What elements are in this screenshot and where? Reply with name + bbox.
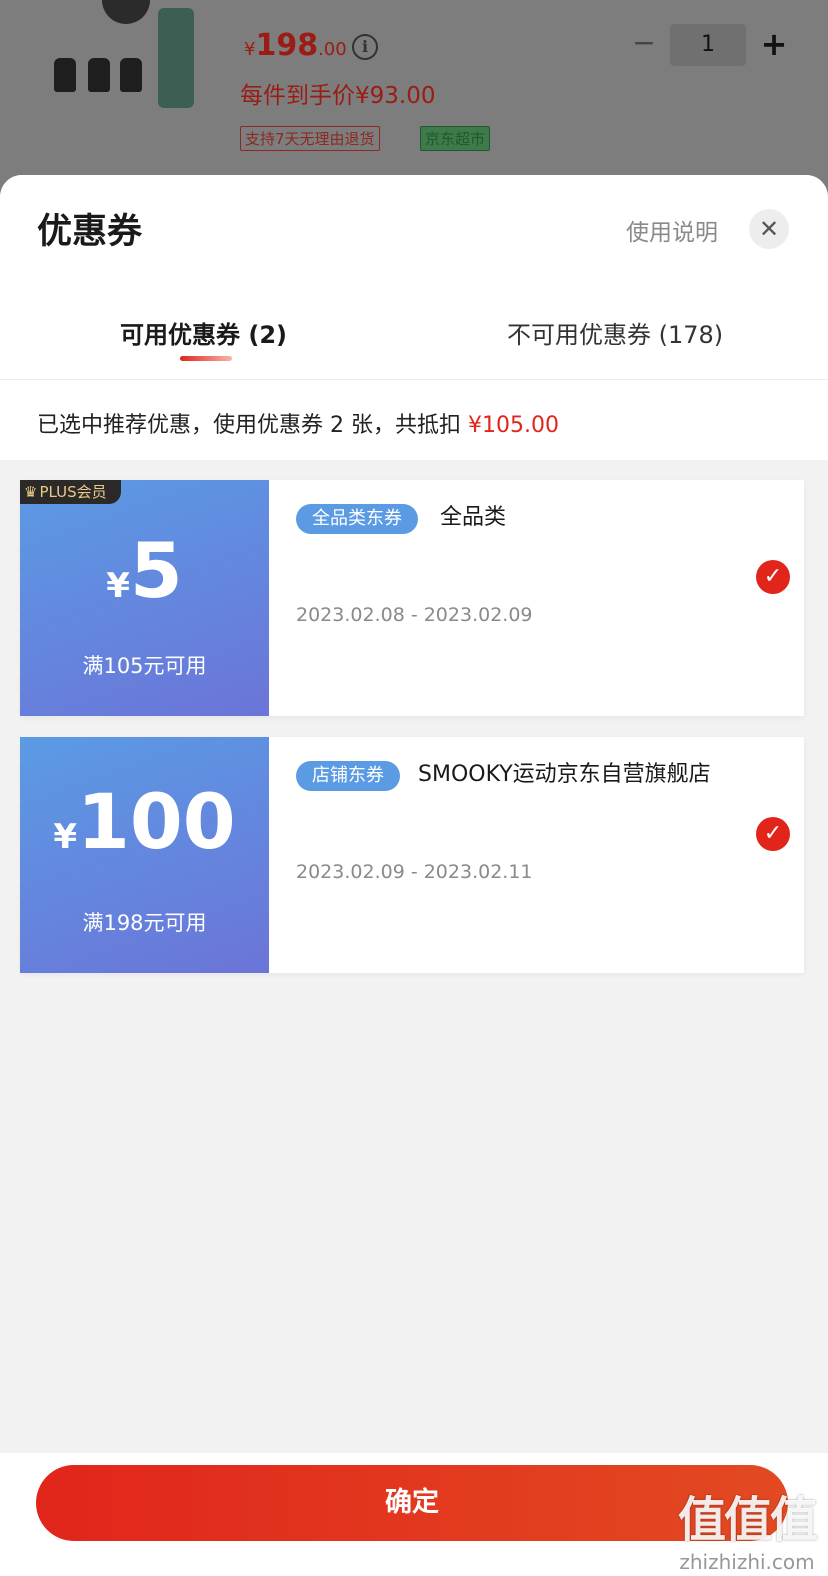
sheet-header: 优惠券 使用说明 ✕ 可用优惠券 (2) 不可用优惠券 (178)	[0, 175, 828, 380]
coupon-condition: 满105元可用	[82, 654, 207, 678]
massage-tip	[120, 58, 142, 92]
selected-check-icon[interactable]: ✓	[756, 817, 790, 851]
coupon-amount-value: 100	[77, 777, 236, 866]
plus-badge-label: PLUS会员	[39, 483, 107, 501]
crown-icon: ♛	[24, 483, 38, 501]
quantity-decrease-button[interactable]: −	[632, 28, 656, 58]
per-item-price: 每件到手价¥93.00	[240, 83, 436, 109]
watermark-logo: 值值值	[677, 1492, 818, 1548]
coupon-amount: ¥5	[20, 526, 269, 615]
active-tab-indicator	[180, 356, 232, 361]
coupon-sheet: 优惠券 使用说明 ✕ 可用优惠券 (2) 不可用优惠券 (178) 已选中推荐优…	[0, 175, 828, 1576]
watermark: 值值值 zhizhizhi.com	[672, 1480, 822, 1574]
coupon-name: 全品类	[440, 505, 507, 530]
usage-instructions-link[interactable]: 使用说明	[626, 213, 718, 247]
coupon-value-panel: ♛ PLUS会员 ¥5 满105元可用	[16, 480, 269, 716]
coupon-type-tag: 全品类东券	[296, 504, 418, 534]
coupon-card[interactable]: ¥100 满198元可用 店铺东券 SMOOKY运动京东自营旗舰店 2023.0…	[16, 737, 804, 973]
coupon-amount-value: 5	[129, 526, 183, 615]
summary-label: 已选中推荐优惠，使用优惠券 2 张，共抵扣	[37, 413, 468, 438]
selection-summary: 已选中推荐优惠，使用优惠券 2 张，共抵扣 ¥105.00	[0, 380, 828, 460]
coupon-amount: ¥100	[20, 777, 269, 866]
coupon-card[interactable]: ♛ PLUS会员 ¥5 满105元可用 全品类东券 全品类 2023.02.08 …	[16, 480, 804, 716]
quantity-input[interactable]: 1	[670, 24, 746, 66]
massage-gun-body	[158, 8, 194, 108]
massage-gun-head	[102, 0, 150, 24]
sheet-title: 优惠券	[37, 212, 143, 252]
coupon-value-panel: ¥100 满198元可用	[16, 737, 269, 973]
tab-unavailable-coupons[interactable]: 不可用优惠券 (178)	[507, 315, 723, 350]
massage-tip	[88, 58, 110, 92]
product-image	[40, 0, 200, 120]
product-price: ¥198.00	[244, 28, 347, 63]
price-dec: .00	[318, 39, 347, 60]
summary-amount: ¥105.00	[467, 413, 559, 438]
price-int: 198	[255, 28, 319, 63]
close-icon[interactable]: ✕	[749, 209, 789, 249]
plus-member-badge: ♛ PLUS会员	[20, 480, 121, 504]
tab-available-coupons[interactable]: 可用优惠券 (2)	[120, 315, 287, 350]
coupon-date-range: 2023.02.08 - 2023.02.09	[296, 604, 533, 626]
product-backdrop: ¥198.00 i 每件到手价¥93.00 支持7天无理由退货 京东超市 − 1…	[0, 0, 828, 200]
quantity-increase-button[interactable]: +	[760, 26, 788, 62]
info-icon[interactable]: i	[352, 34, 378, 60]
summary-text: 已选中推荐优惠，使用优惠券 2 张，共抵扣 ¥105.00	[37, 407, 559, 439]
coupon-date-range: 2023.02.09 - 2023.02.11	[296, 861, 533, 883]
return-policy-tag: 支持7天无理由退货	[240, 126, 380, 151]
watermark-site: zhizhizhi.com	[679, 1550, 815, 1574]
price-symbol: ¥	[244, 39, 256, 60]
selected-check-icon[interactable]: ✓	[756, 560, 790, 594]
coupon-currency: ¥	[106, 566, 130, 606]
massage-tip	[54, 58, 76, 92]
coupon-condition: 满198元可用	[82, 911, 207, 935]
coupon-name: SMOOKY运动京东自营旗舰店	[418, 762, 711, 787]
coupon-currency: ¥	[53, 817, 77, 857]
store-tag: 京东超市	[420, 126, 491, 151]
